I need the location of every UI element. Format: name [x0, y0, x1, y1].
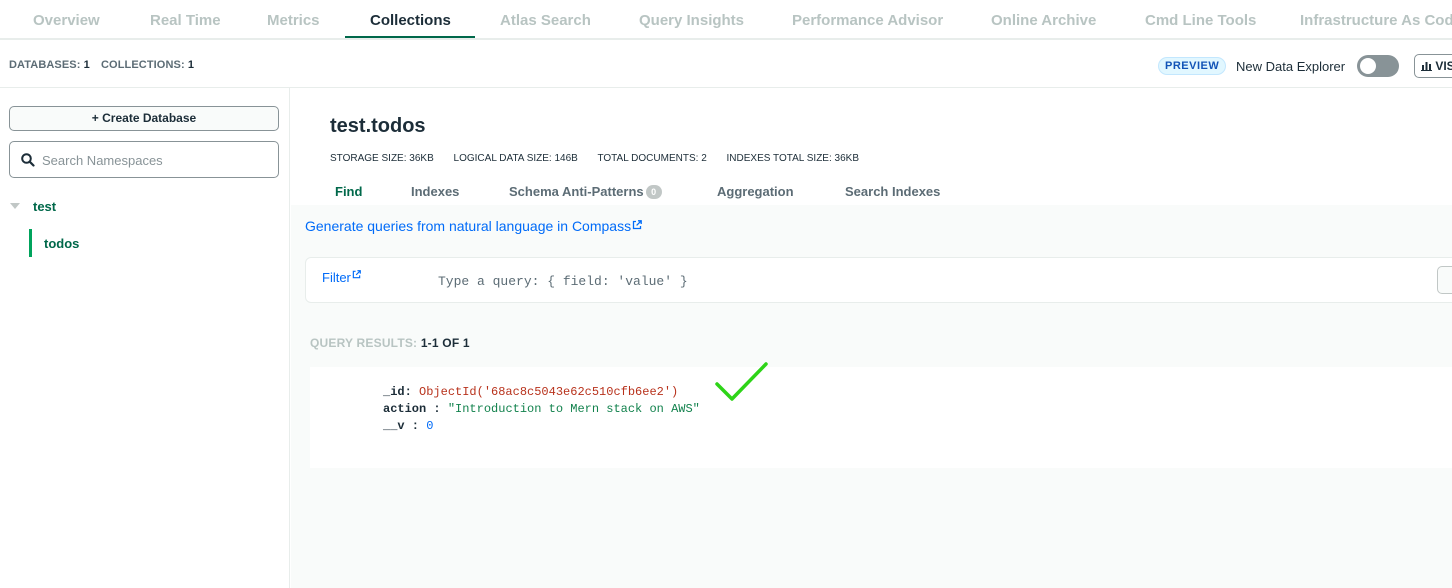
filter-link[interactable]: Filter — [322, 270, 361, 285]
field-key: __v — [383, 419, 405, 433]
query-results-count: 1-1 OF 1 — [420, 336, 470, 350]
subtab-schema-label: Schema Anti-Patterns — [509, 184, 644, 199]
namespace-sidebar: + Create Database test todos — [0, 88, 290, 588]
new-data-explorer-toggle[interactable] — [1357, 55, 1399, 77]
query-results-label: QUERY RESULTS: — [310, 336, 418, 350]
collections-count-label: COLLECTIONS: — [101, 59, 185, 71]
preview-badge: PREVIEW — [1158, 57, 1227, 75]
tab-infrastructure-as-code[interactable]: Infrastructure As Code — [1300, 12, 1452, 29]
anti-patterns-count-badge: 0 — [645, 185, 662, 199]
new-data-explorer-label: New Data Explorer — [1236, 59, 1346, 74]
checkmark-icon — [715, 362, 768, 401]
stat-label: STORAGE SIZE: — [330, 153, 407, 164]
visualize-data-label: VISUALIZE YOUR DATA — [1435, 59, 1452, 73]
field-key: action — [383, 402, 427, 416]
stat-value: 36KB — [409, 153, 434, 164]
stat-value: 146B — [554, 153, 578, 164]
collection-name: todos — [44, 236, 80, 251]
external-link-icon — [352, 270, 361, 279]
field-value: ObjectId('68ac8c5043e62c510cfb6ee2') — [419, 385, 679, 399]
stat-label: LOGICAL DATA SIZE: — [453, 153, 552, 164]
subtab-aggregation[interactable]: Aggregation — [717, 184, 794, 199]
tab-overview[interactable]: Overview — [33, 12, 100, 29]
stat-label: INDEXES TOTAL SIZE: — [726, 153, 832, 164]
stat-logical-data-size: LOGICAL DATA SIZE: 146B — [454, 153, 578, 164]
search-icon — [21, 153, 35, 167]
create-database-button[interactable]: + Create Database — [9, 106, 279, 131]
databases-count-value: 1 — [83, 59, 90, 71]
tab-real-time[interactable]: Real Time — [150, 12, 221, 29]
tab-online-archive[interactable]: Online Archive — [991, 12, 1096, 29]
document-field-v: __v : 0 — [383, 419, 434, 433]
top-tab-bar: Overview Real Time Metrics Collections A… — [0, 0, 1452, 40]
stat-value: 36KB — [834, 153, 859, 164]
tab-query-insights[interactable]: Query Insights — [639, 12, 744, 29]
stat-value: 2 — [701, 153, 707, 164]
filter-bar: Filter — [305, 257, 1452, 303]
stat-storage-size: STORAGE SIZE: 36KB — [330, 153, 434, 164]
stat-indexes-total-size: INDEXES TOTAL SIZE: 36KB — [727, 153, 859, 164]
bar-chart-icon — [1421, 62, 1432, 71]
query-results-summary: QUERY RESULTS: 1-1 OF 1 — [310, 336, 470, 350]
field-value: 0 — [426, 419, 434, 433]
sidebar-collection-todos[interactable]: todos — [29, 229, 279, 257]
caret-down-icon[interactable] — [10, 203, 20, 209]
collection-title: test.todos — [330, 115, 426, 137]
tab-cmd-line-tools[interactable]: Cmd Line Tools — [1145, 12, 1256, 29]
collections-count-value: 1 — [187, 59, 195, 71]
filter-query-input[interactable] — [438, 272, 1338, 290]
compass-nl-query-link[interactable]: Generate queries from natural language i… — [305, 218, 642, 234]
collection-stats: STORAGE SIZE: 36KB LOGICAL DATA SIZE: 14… — [330, 153, 876, 164]
filter-options-button[interactable] — [1437, 266, 1452, 294]
subtab-schema-anti-patterns[interactable]: Schema Anti-Patterns 0 — [509, 184, 662, 199]
namespace-search-field[interactable] — [9, 141, 279, 178]
document-field-id: _id: ObjectId('68ac8c5043e62c510cfb6ee2'… — [383, 385, 679, 399]
compass-nl-query-label: Generate queries from natural language i… — [305, 218, 632, 234]
visualize-data-button[interactable]: VISUALIZE YOUR DATA — [1414, 54, 1452, 78]
sidebar-database-test[interactable]: test — [0, 196, 290, 218]
namespace-search-input[interactable] — [42, 150, 270, 170]
namespace-counts: DATABASES: 1 COLLECTIONS: 1 — [9, 59, 194, 71]
stat-total-documents: TOTAL DOCUMENTS: 2 — [597, 153, 706, 164]
stat-label: TOTAL DOCUMENTS: — [597, 153, 699, 164]
active-tab-indicator — [345, 36, 475, 38]
field-value: "Introduction to Mern stack on AWS" — [447, 402, 700, 416]
tab-performance-advisor[interactable]: Performance Advisor — [792, 12, 943, 29]
database-name: test — [33, 199, 57, 214]
collection-main: test.todos STORAGE SIZE: 36KB LOGICAL DA… — [291, 88, 1452, 588]
cluster-subheader: DATABASES: 1 COLLECTIONS: 1 PREVIEW New … — [0, 40, 1452, 88]
subtab-indexes[interactable]: Indexes — [411, 184, 459, 199]
field-key: _id — [383, 385, 405, 399]
databases-count-label: DATABASES: — [9, 59, 81, 71]
tab-metrics[interactable]: Metrics — [267, 12, 320, 29]
document-field-action: action : "Introduction to Mern stack on … — [383, 402, 700, 416]
subtab-search-indexes[interactable]: Search Indexes — [845, 184, 940, 199]
tab-collections[interactable]: Collections — [370, 12, 451, 29]
filter-label: Filter — [322, 270, 351, 285]
tab-atlas-search[interactable]: Atlas Search — [500, 12, 591, 29]
external-link-icon — [632, 220, 642, 230]
subtab-find[interactable]: Find — [335, 184, 362, 199]
document-card[interactable]: _id: ObjectId('68ac8c5043e62c510cfb6ee2'… — [310, 367, 1452, 468]
